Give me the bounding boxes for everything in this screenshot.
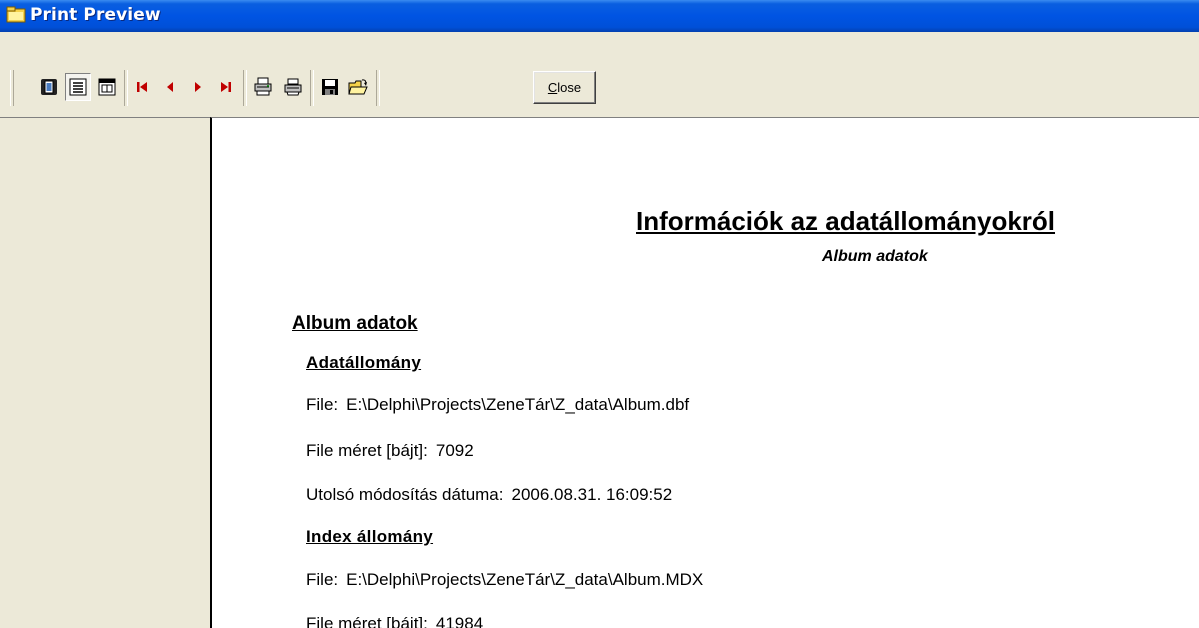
window-title: Print Preview: [30, 5, 161, 25]
print-button[interactable]: [280, 73, 306, 101]
data-file-path-value: E:\Delphi\Projects\ZeneTár\Z_data\Album.…: [346, 395, 690, 414]
last-page-button[interactable]: [213, 73, 239, 101]
report-subtitle: Album adatok: [822, 248, 928, 265]
toolbar-grip[interactable]: [10, 70, 14, 106]
preview-page[interactable]: Információk az adatállományokról Album a…: [210, 117, 1199, 628]
index-file-heading: Index állomány: [306, 527, 434, 546]
index-file-path-value: E:\Delphi\Projects\ZeneTár\Z_data\Album.…: [346, 570, 704, 589]
open-icon: [348, 79, 368, 95]
report-title: Információk az adatállományokról: [636, 206, 1056, 236]
previous-page-icon: [167, 82, 173, 92]
last-page-icon: [221, 82, 231, 92]
title-bar[interactable]: Print Preview: [0, 0, 1199, 32]
data-file-size-value: 7092: [435, 441, 474, 460]
data-file-heading: Adatállomány: [306, 353, 422, 372]
zoom-100-button[interactable]: [94, 73, 120, 101]
save-icon: [322, 79, 338, 95]
toolbar-separator: [376, 70, 380, 106]
data-file-modified-value: 2006.08.31. 16:09:52: [511, 485, 673, 504]
save-button[interactable]: [317, 73, 343, 101]
first-page-button[interactable]: [129, 73, 155, 101]
index-file-size-row: File méret [bájt]: 41984: [306, 614, 483, 628]
data-file-modified-row: Utolsó módosítás dátuma: 2006.08.31. 16:0…: [306, 485, 672, 505]
toolbar-separator: [124, 70, 128, 106]
toolbar-separator: [310, 70, 314, 106]
whole-page-icon: [41, 79, 57, 95]
section-heading: Album adatok: [292, 313, 418, 334]
data-file-modified-label: Utolsó módosítás dátuma:: [306, 485, 504, 504]
close-button[interactable]: Close: [533, 71, 596, 104]
whole-page-button[interactable]: [36, 73, 62, 101]
zoom-100-icon: [98, 78, 116, 96]
preview-left-margin: [0, 117, 210, 628]
toolbar-separator: [243, 70, 247, 106]
app-icon: [6, 6, 26, 23]
index-file-size-label: File méret [bájt]:: [306, 614, 428, 628]
next-page-button[interactable]: [185, 73, 211, 101]
data-file-path-row: File: E:\Delphi\Projects\ZeneTár\Z_data\A…: [306, 395, 689, 415]
data-file-path-label: File:: [306, 395, 339, 414]
previous-page-button[interactable]: [157, 73, 183, 101]
page-width-icon: [69, 78, 87, 96]
open-button[interactable]: [345, 73, 371, 101]
close-button-label: Close: [547, 80, 582, 95]
index-file-size-value: 41984: [435, 614, 484, 628]
first-page-icon: [137, 82, 147, 92]
index-file-path-row: File: E:\Delphi\Projects\ZeneTár\Z_data\A…: [306, 570, 703, 590]
data-file-size-row: File méret [bájt]: 7092: [306, 441, 474, 461]
data-file-size-label: File méret [bájt]:: [306, 441, 428, 460]
next-page-icon: [195, 82, 201, 92]
print-icon: [284, 78, 302, 96]
page-width-button[interactable]: [65, 73, 91, 101]
printer-setup-button[interactable]: [250, 73, 276, 101]
printer-setup-icon: [254, 77, 272, 96]
index-file-path-label: File:: [306, 570, 339, 589]
